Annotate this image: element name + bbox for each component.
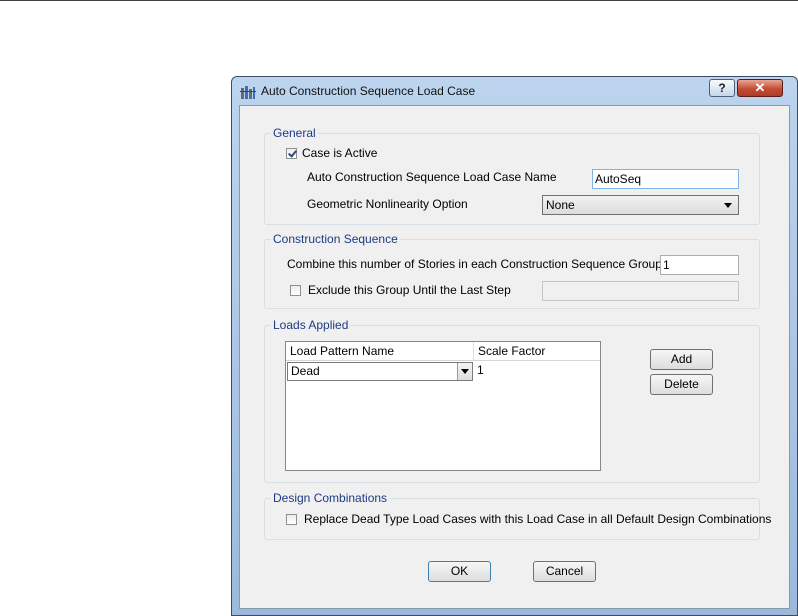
- case-active-label: Case is Active: [302, 146, 378, 160]
- load-pattern-value: Dead: [291, 364, 320, 378]
- design-combinations-group: Design Combinations Replace Dead Type Lo…: [264, 491, 771, 540]
- case-name-label: Auto Construction Sequence Load Case Nam…: [307, 170, 557, 184]
- app-icon: [240, 86, 256, 99]
- window-title: Auto Construction Sequence Load Case: [261, 84, 476, 98]
- general-group: General Case is Active Auto Construction…: [264, 126, 760, 225]
- nonlinearity-label: Geometric Nonlinearity Option: [307, 197, 468, 211]
- top-divider: [0, 0, 798, 1]
- loads-applied-group: Loads Applied Load Pattern Name Scale Fa…: [264, 318, 760, 483]
- general-legend: General: [271, 126, 318, 140]
- combine-stories-input[interactable]: 1: [660, 255, 739, 275]
- construction-sequence-group: Construction Sequence Combine this numbe…: [264, 232, 760, 309]
- table-row: Dead 1: [286, 361, 600, 381]
- help-button[interactable]: ?: [709, 79, 735, 97]
- combine-stories-label: Combine this number of Stories in each C…: [287, 257, 662, 271]
- nonlinearity-select-value: None: [546, 198, 575, 212]
- cancel-button[interactable]: Cancel: [533, 561, 596, 582]
- case-name-input[interactable]: AutoSeq: [592, 169, 739, 189]
- delete-button[interactable]: Delete: [650, 374, 713, 395]
- nonlinearity-select[interactable]: None: [542, 195, 739, 215]
- loads-table: Load Pattern Name Scale Factor Dead 1: [285, 341, 601, 471]
- column-header-scale-factor[interactable]: Scale Factor: [474, 342, 600, 360]
- chevron-down-icon: [724, 203, 732, 208]
- add-button[interactable]: Add: [650, 349, 713, 370]
- dialog-window: Auto Construction Sequence Load Case ? ✕…: [231, 76, 798, 616]
- exclude-group-checkbox[interactable]: [290, 285, 301, 296]
- loads-applied-legend: Loads Applied: [271, 318, 351, 332]
- chevron-down-icon[interactable]: [457, 363, 472, 380]
- column-header-load-pattern[interactable]: Load Pattern Name: [286, 342, 474, 360]
- scale-factor-cell[interactable]: 1: [475, 362, 601, 381]
- design-combinations-legend: Design Combinations: [271, 491, 390, 505]
- replace-dead-checkbox[interactable]: [286, 514, 297, 525]
- exclude-group-label: Exclude this Group Until the Last Step: [308, 283, 511, 297]
- load-pattern-select[interactable]: Dead: [287, 362, 473, 381]
- title-bar[interactable]: Auto Construction Sequence Load Case ? ✕: [232, 77, 797, 105]
- table-header: Load Pattern Name Scale Factor: [286, 342, 600, 361]
- close-button[interactable]: ✕: [737, 79, 783, 97]
- dialog-body: General Case is Active Auto Construction…: [239, 105, 790, 609]
- ok-button[interactable]: OK: [428, 561, 491, 582]
- exclude-group-field: [542, 281, 739, 301]
- replace-dead-label: Replace Dead Type Load Cases with this L…: [304, 512, 772, 526]
- case-active-checkbox[interactable]: [286, 148, 297, 159]
- construction-sequence-legend: Construction Sequence: [271, 232, 400, 246]
